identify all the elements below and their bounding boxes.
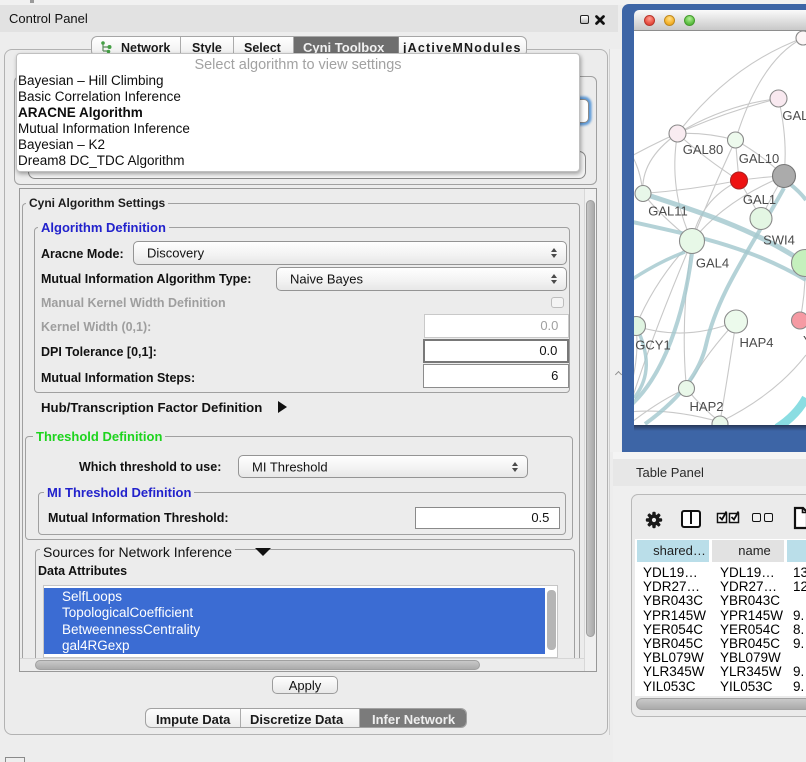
svg-text:GAL10: GAL10 (739, 151, 779, 166)
svg-text:GAL4: GAL4 (696, 256, 729, 271)
svg-text:HAP4: HAP4 (740, 335, 774, 350)
svg-text:GAL80: GAL80 (683, 142, 723, 157)
svg-text:GAL11: GAL11 (648, 204, 688, 219)
svg-text:GAL2: GAL2 (782, 108, 806, 123)
svg-text:HAP2: HAP2 (690, 399, 724, 414)
svg-text:GCY1: GCY1 (635, 338, 670, 353)
svg-text:SWI4: SWI4 (763, 233, 795, 248)
svg-text:GAL1: GAL1 (743, 192, 776, 207)
